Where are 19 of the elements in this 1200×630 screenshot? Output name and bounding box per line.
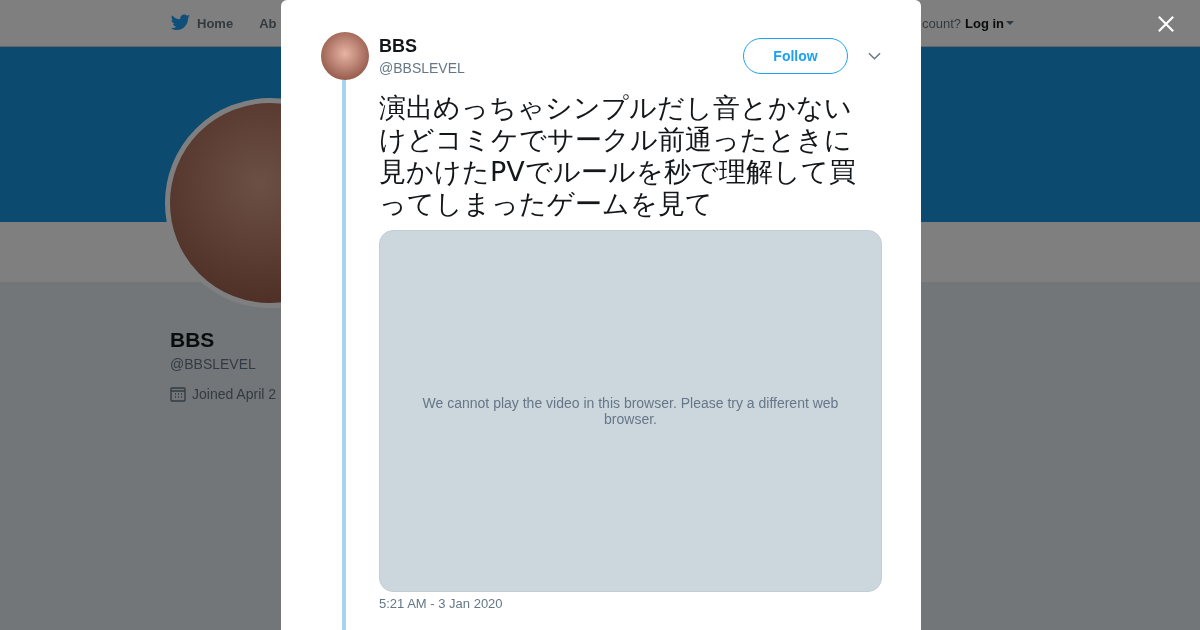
about-link[interactable]: Ab <box>259 15 277 31</box>
profile-handle: @BBSLEVEL <box>170 356 257 372</box>
login-link[interactable]: Log in <box>965 15 1014 31</box>
joined-date: Joined April 2 <box>192 386 277 402</box>
caret-icon <box>1006 21 1014 25</box>
close-icon[interactable] <box>1157 15 1175 33</box>
follow-button[interactable]: Follow <box>743 38 848 74</box>
tweet-text: 演出めっちゃシンプルだし音とかないけどコミケでサークル前通ったときに見かけたPVでルールを秒で理解して買ってしまったゲームを見て <box>379 92 857 220</box>
calendar-icon <box>170 386 186 402</box>
user-avatar <box>321 32 369 80</box>
bird-icon <box>170 14 191 32</box>
home-link[interactable]: Home <box>170 14 234 32</box>
chevron-icon[interactable] <box>868 52 881 60</box>
tweet-timestamp: 5:21 AM - 3 Jan 2020 <box>379 596 504 611</box>
account-prompt: count? <box>921 15 961 31</box>
user-handle: @BBSLEVEL <box>379 60 466 76</box>
profile-name: BBS <box>170 328 216 352</box>
user-name: BBS <box>379 36 418 57</box>
video-error-message: We cannot play the video in this browser. Please try a different web browser. <box>421 395 840 427</box>
